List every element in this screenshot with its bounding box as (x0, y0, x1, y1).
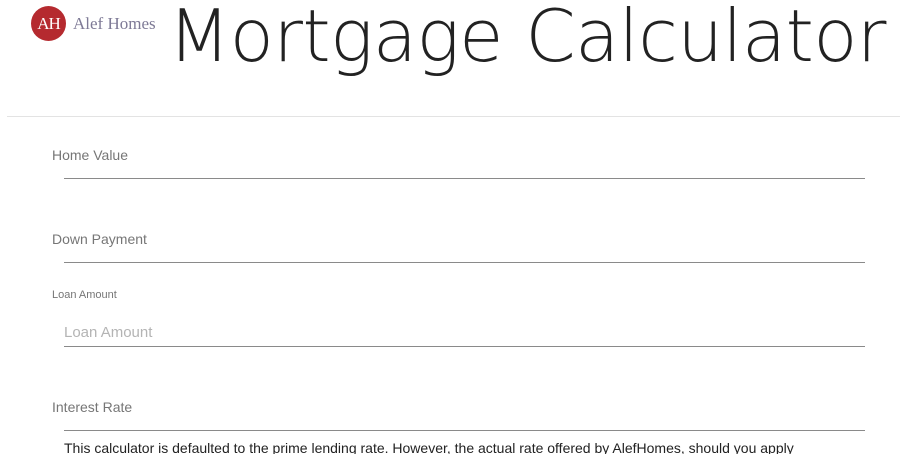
page: AH Alef Homes Mortgage Calculator Home V… (0, 0, 900, 454)
loan-amount-input[interactable] (64, 320, 865, 347)
loan-amount-label: Loan Amount (52, 289, 117, 301)
home-value-input[interactable] (64, 152, 865, 179)
logo-name: Alef Homes (73, 13, 156, 33)
logo-badge-icon: AH (31, 6, 66, 41)
page-title: Mortgage Calculator (168, 0, 886, 78)
brand-logo[interactable]: AH Alef Homes (31, 6, 156, 41)
interest-rate-input[interactable] (64, 404, 865, 431)
rate-disclaimer-text: This calculator is defaulted to the prim… (64, 440, 794, 454)
header-divider (7, 116, 900, 117)
down-payment-input[interactable] (64, 236, 865, 263)
